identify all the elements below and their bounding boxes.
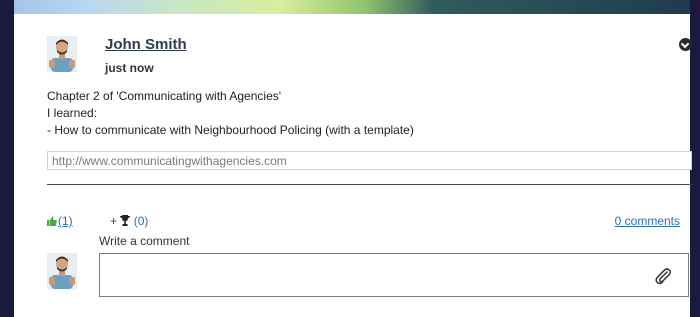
thumbs-up-icon <box>47 214 57 228</box>
post-line: I learned: <box>47 106 98 120</box>
page-frame-left <box>0 0 14 317</box>
comment-input[interactable] <box>99 253 689 297</box>
header-banner <box>0 0 700 14</box>
author-avatar[interactable] <box>47 36 77 72</box>
like-button[interactable]: (1) <box>47 214 73 228</box>
award-plus: + <box>110 214 118 228</box>
link-preview-field[interactable]: http://www.communicatingwithagencies.com <box>47 151 692 170</box>
award-button[interactable]: + (0) <box>110 214 148 228</box>
post-line: Chapter 2 of 'Communicating with Agencie… <box>47 89 282 103</box>
post-timestamp: just now <box>105 61 154 75</box>
commenter-avatar <box>47 253 77 289</box>
chevron-down-circle-icon[interactable] <box>679 38 692 51</box>
post-card: John Smith just now Chapter 2 of 'Commun… <box>14 14 692 317</box>
paperclip-icon[interactable] <box>653 266 673 286</box>
award-count: (0) <box>133 214 149 228</box>
post-body: Chapter 2 of 'Communicating with Agencie… <box>47 88 414 139</box>
post-divider <box>47 184 692 185</box>
like-count[interactable]: (1) <box>58 214 73 228</box>
author-name-link[interactable]: John Smith <box>105 36 187 53</box>
post-line: - How to communicate with Neighbourhood … <box>47 123 414 137</box>
comments-link[interactable]: 0 comments <box>615 214 680 228</box>
comment-label: Write a comment <box>99 234 190 248</box>
trophy-icon <box>120 214 133 228</box>
